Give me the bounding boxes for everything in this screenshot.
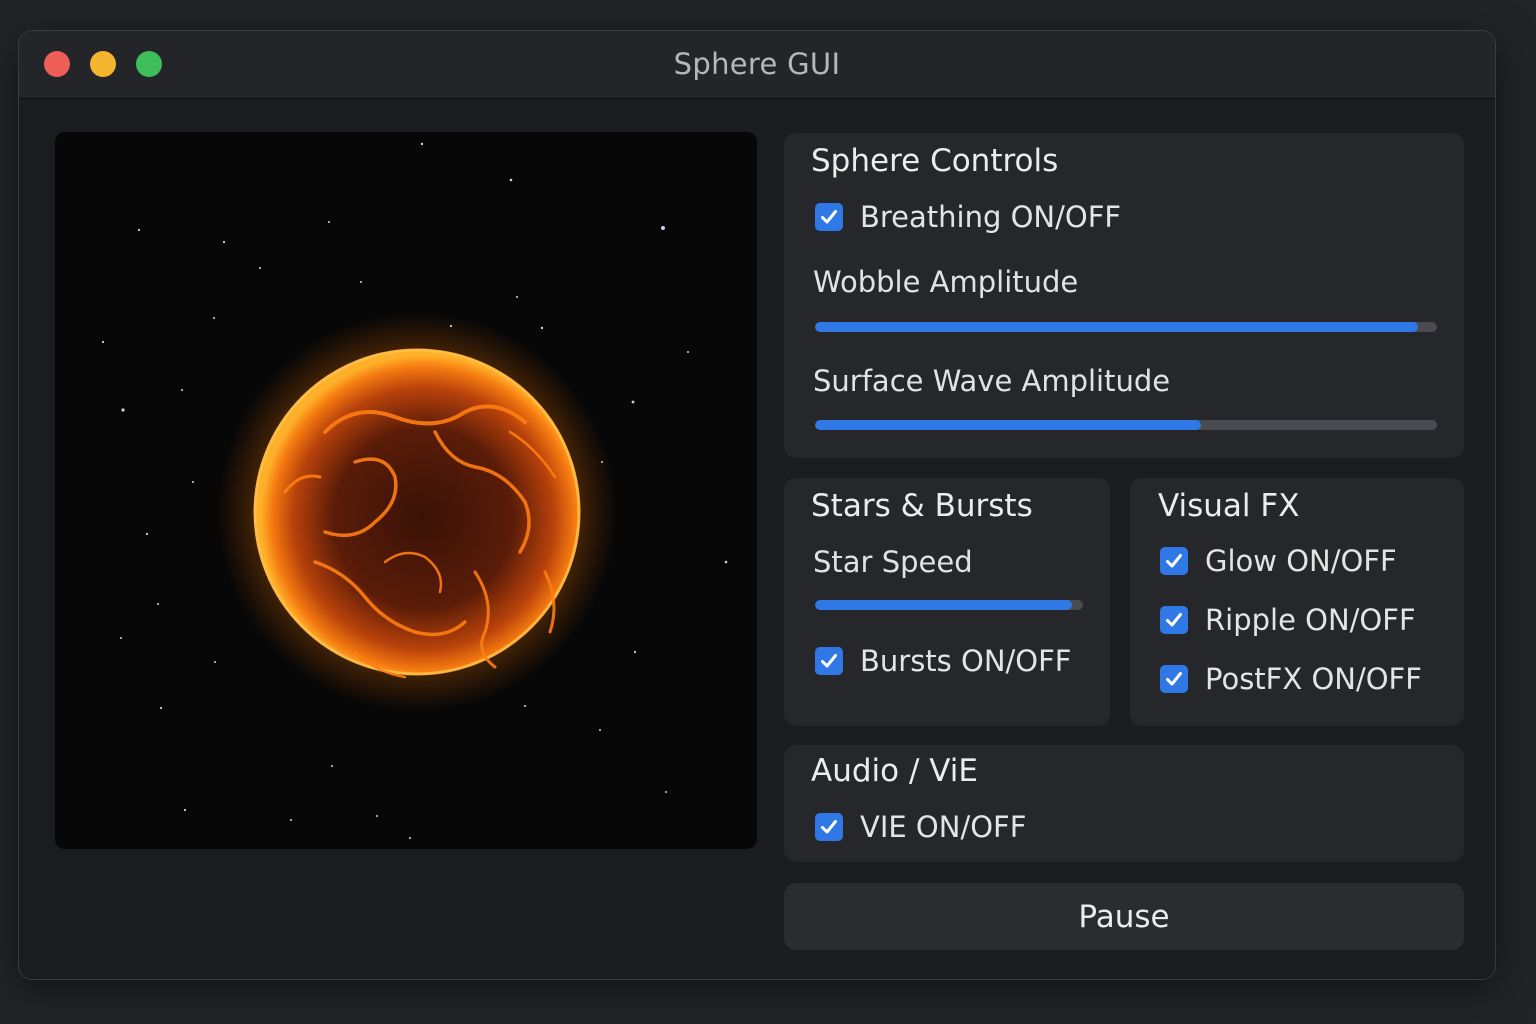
app-window: Sphere GUI Sphere Controls Breathing ON/… (18, 30, 1496, 980)
wobble-label: Wobble Amplitude (813, 265, 1079, 299)
panel-title: Audio / ViE (811, 753, 978, 789)
surface-wave-slider[interactable] (815, 420, 1437, 430)
sphere-controls-panel: Sphere Controls Breathing ON/OFF Wobble … (784, 133, 1464, 458)
vie-toggle[interactable]: VIE ON/OFF (815, 810, 1027, 844)
check-icon[interactable] (815, 647, 843, 675)
audio-panel: Audio / ViE VIE ON/OFF (784, 745, 1464, 862)
wobble-slider[interactable] (815, 322, 1437, 332)
check-icon[interactable] (1160, 606, 1188, 634)
breathing-toggle[interactable]: Breathing ON/OFF (815, 200, 1122, 234)
check-icon[interactable] (1160, 665, 1188, 693)
glow-label: Glow ON/OFF (1205, 544, 1397, 578)
bursts-toggle[interactable]: Bursts ON/OFF (815, 644, 1072, 678)
star-speed-label: Star Speed (813, 545, 973, 579)
star-speed-slider[interactable] (815, 600, 1083, 610)
postfx-label: PostFX ON/OFF (1205, 662, 1422, 696)
glow-toggle[interactable]: Glow ON/OFF (1160, 544, 1397, 578)
check-icon[interactable] (1160, 547, 1188, 575)
wobble-slider-fill (815, 322, 1419, 332)
title-bar: Sphere GUI (19, 31, 1495, 99)
panel-title: Sphere Controls (811, 143, 1059, 179)
surface-wave-slider-fill (815, 420, 1201, 430)
check-icon[interactable] (815, 203, 843, 231)
panel-title: Visual FX (1158, 488, 1300, 524)
star-speed-slider-fill (815, 600, 1073, 610)
breathing-label: Breathing ON/OFF (860, 200, 1122, 234)
visual-fx-panel: Visual FX Glow ON/OFF Ripple ON/OFF Post… (1130, 478, 1464, 726)
ripple-label: Ripple ON/OFF (1205, 603, 1416, 637)
panel-title: Stars & Bursts (811, 488, 1033, 524)
window-title: Sphere GUI (673, 47, 841, 81)
surface-wave-label: Surface Wave Amplitude (813, 364, 1171, 398)
stars-bursts-panel: Stars & Bursts Star Speed Bursts ON/OFF (784, 478, 1110, 726)
render-viewport[interactable] (55, 132, 757, 849)
ripple-toggle[interactable]: Ripple ON/OFF (1160, 603, 1416, 637)
sphere-render (101, 142, 728, 839)
check-icon[interactable] (815, 813, 843, 841)
postfx-toggle[interactable]: PostFX ON/OFF (1160, 662, 1422, 696)
bursts-label: Bursts ON/OFF (860, 644, 1072, 678)
pause-button[interactable]: Pause (784, 883, 1464, 950)
vie-label: VIE ON/OFF (860, 810, 1027, 844)
